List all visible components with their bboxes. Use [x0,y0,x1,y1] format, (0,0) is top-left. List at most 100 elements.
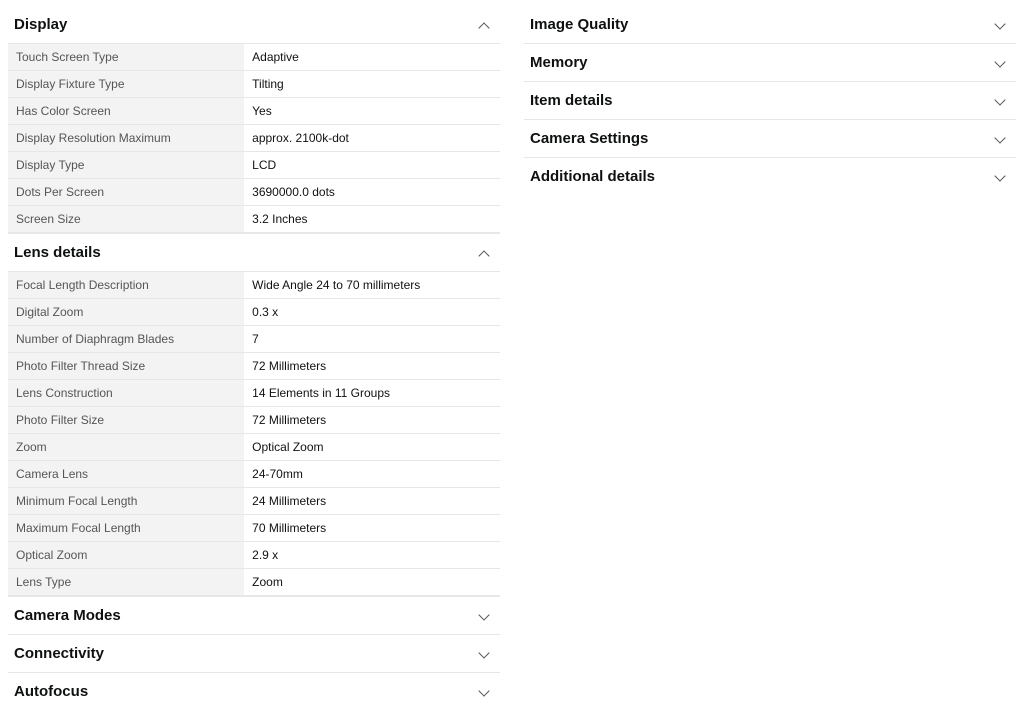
spec-row: Minimum Focal Length24 Millimeters [8,488,500,515]
section-header-additional-details[interactable]: Additional details [524,158,1016,195]
section-header-item-details[interactable]: Item details [524,82,1016,119]
spec-value: 24-70mm [244,461,500,488]
spec-section-memory: Memory [524,43,1016,81]
spec-value: Adaptive [244,44,500,71]
spec-table: Touch Screen TypeAdaptiveDisplay Fixture… [8,44,500,233]
spec-columns: DisplayTouch Screen TypeAdaptiveDisplay … [8,6,1016,710]
spec-row: Camera Lens24-70mm [8,461,500,488]
spec-row: Touch Screen TypeAdaptive [8,44,500,71]
spec-label: Number of Diaphragm Blades [8,326,244,353]
spec-row: Number of Diaphragm Blades7 [8,326,500,353]
section-body: Touch Screen TypeAdaptiveDisplay Fixture… [8,43,500,233]
spec-row: Dots Per Screen3690000.0 dots [8,179,500,206]
spec-row: Optical Zoom2.9 x [8,542,500,569]
spec-value: 0.3 x [244,299,500,326]
spec-label: Zoom [8,434,244,461]
section-title: Lens details [14,244,101,261]
spec-row: Display TypeLCD [8,152,500,179]
spec-label: Screen Size [8,206,244,233]
spec-table: Focal Length DescriptionWide Angle 24 to… [8,272,500,596]
spec-value: approx. 2100k-dot [244,125,500,152]
spec-section-additional-details: Additional details [524,157,1016,195]
spec-label: Lens Construction [8,380,244,407]
spec-row: Focal Length DescriptionWide Angle 24 to… [8,272,500,299]
section-title: Camera Settings [530,130,648,147]
chevron-down-icon [994,170,1008,184]
chevron-down-icon [994,18,1008,32]
chevron-down-icon [478,685,492,699]
spec-value: Yes [244,98,500,125]
spec-label: Camera Lens [8,461,244,488]
spec-label: Photo Filter Thread Size [8,353,244,380]
chevron-down-icon [478,609,492,623]
spec-row: Has Color ScreenYes [8,98,500,125]
spec-label: Has Color Screen [8,98,244,125]
spec-row: Display Fixture TypeTilting [8,71,500,98]
spec-value: 14 Elements in 11 Groups [244,380,500,407]
chevron-up-icon [478,246,492,260]
spec-label: Maximum Focal Length [8,515,244,542]
spec-section-lens-details: Lens details Focal Length DescriptionWide… [8,233,500,596]
section-header-autofocus[interactable]: Autofocus [8,673,500,710]
spec-label: Lens Type [8,569,244,596]
spec-column-right: Image Quality Memory Item details Camera Se… [524,6,1016,710]
section-title: Camera Modes [14,607,121,624]
spec-row: Lens TypeZoom [8,569,500,596]
section-body: Focal Length DescriptionWide Angle 24 to… [8,271,500,596]
section-header-camera-modes[interactable]: Camera Modes [8,597,500,634]
section-title: Display [14,16,67,33]
spec-value: 3.2 Inches [244,206,500,233]
spec-row: Lens Construction14 Elements in 11 Group… [8,380,500,407]
section-title: Connectivity [14,645,104,662]
spec-value: 2.9 x [244,542,500,569]
spec-section-camera-settings: Camera Settings [524,119,1016,157]
spec-value: Zoom [244,569,500,596]
spec-value: Wide Angle 24 to 70 millimeters [244,272,500,299]
spec-label: Focal Length Description [8,272,244,299]
chevron-down-icon [994,132,1008,146]
spec-row: Photo Filter Thread Size72 Millimeters [8,353,500,380]
spec-label: Digital Zoom [8,299,244,326]
spec-label: Minimum Focal Length [8,488,244,515]
spec-row: Screen Size3.2 Inches [8,206,500,233]
chevron-down-icon [994,56,1008,70]
spec-row: Digital Zoom0.3 x [8,299,500,326]
spec-section-image-quality: Image Quality [524,6,1016,43]
spec-label: Optical Zoom [8,542,244,569]
section-header-lens-details[interactable]: Lens details [8,234,500,271]
spec-label: Photo Filter Size [8,407,244,434]
spec-value: Optical Zoom [244,434,500,461]
spec-row: ZoomOptical Zoom [8,434,500,461]
spec-value: 72 Millimeters [244,407,500,434]
spec-value: LCD [244,152,500,179]
section-title: Item details [530,92,613,109]
spec-row: Display Resolution Maximumapprox. 2100k-… [8,125,500,152]
spec-section-display: DisplayTouch Screen TypeAdaptiveDisplay … [8,6,500,233]
spec-label: Dots Per Screen [8,179,244,206]
section-header-memory[interactable]: Memory [524,44,1016,81]
spec-row: Photo Filter Size72 Millimeters [8,407,500,434]
chevron-down-icon [478,647,492,661]
spec-value: 72 Millimeters [244,353,500,380]
section-header-display[interactable]: Display [8,6,500,43]
section-header-connectivity[interactable]: Connectivity [8,635,500,672]
spec-label: Display Fixture Type [8,71,244,98]
section-title: Memory [530,54,588,71]
section-header-image-quality[interactable]: Image Quality [524,6,1016,43]
spec-section-item-details: Item details [524,81,1016,119]
spec-label: Touch Screen Type [8,44,244,71]
spec-value: 70 Millimeters [244,515,500,542]
spec-label: Display Resolution Maximum [8,125,244,152]
spec-value: 24 Millimeters [244,488,500,515]
section-header-camera-settings[interactable]: Camera Settings [524,120,1016,157]
spec-label: Display Type [8,152,244,179]
spec-section-connectivity: Connectivity [8,634,500,672]
spec-column-left: DisplayTouch Screen TypeAdaptiveDisplay … [8,6,500,710]
spec-value: 7 [244,326,500,353]
spec-section-camera-modes: Camera Modes [8,596,500,634]
chevron-up-icon [478,18,492,32]
section-title: Additional details [530,168,655,185]
spec-value: 3690000.0 dots [244,179,500,206]
section-title: Image Quality [530,16,628,33]
chevron-down-icon [994,94,1008,108]
